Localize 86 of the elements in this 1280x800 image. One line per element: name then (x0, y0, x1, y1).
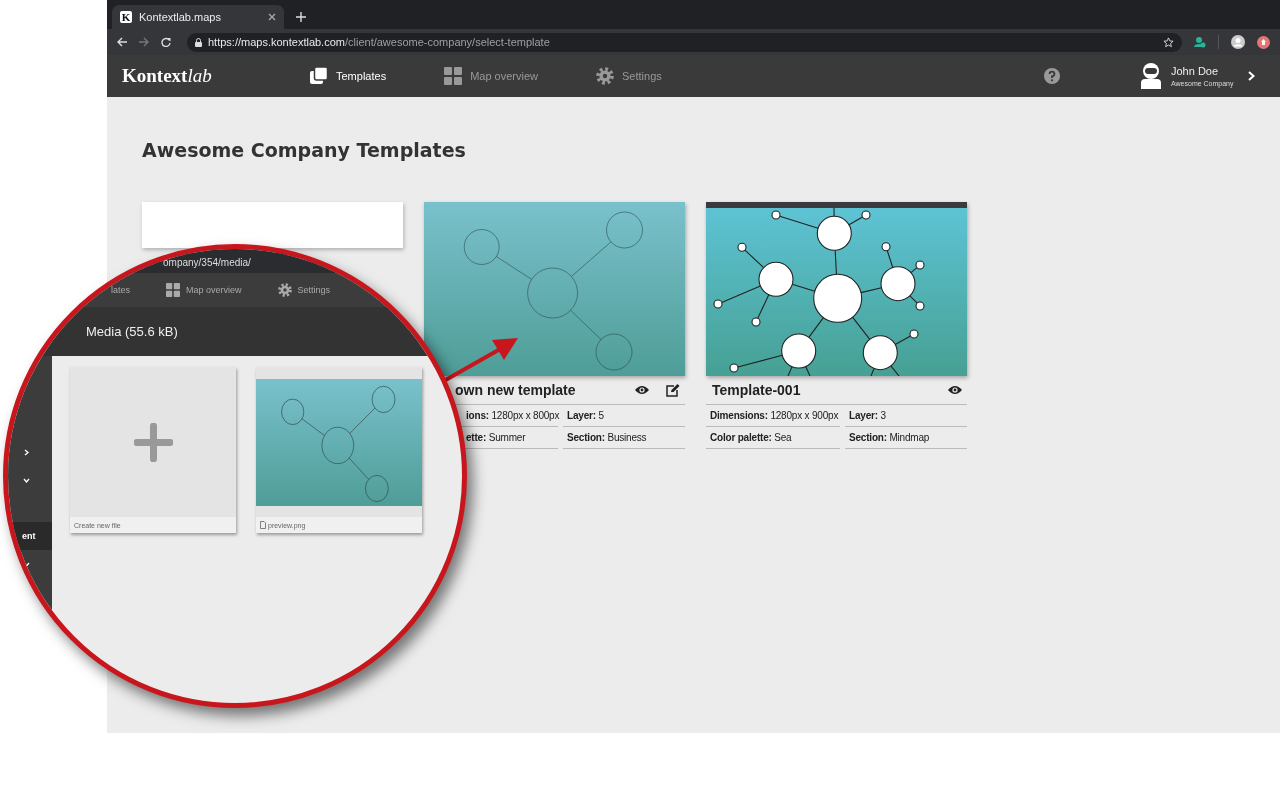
template-detail: Section: Mindmap (845, 427, 967, 449)
template-detail: Dimensions: 1280px x 900px (706, 405, 840, 427)
connector-line (848, 216, 864, 226)
user-name: John Doe (1171, 65, 1220, 77)
back-icon[interactable] (117, 37, 127, 47)
nav-tab[interactable]: Settings (596, 67, 662, 85)
connector-line (860, 287, 883, 294)
map-thumbnail[interactable] (424, 202, 685, 376)
url-text: ompany/354/media/ (163, 257, 251, 268)
map-node (527, 267, 578, 319)
template-detail: Layer: 3 (845, 405, 967, 427)
connector-line (496, 256, 532, 280)
connector-line (870, 367, 875, 376)
connector-line (834, 249, 837, 275)
connector-line (851, 316, 871, 340)
connector-line (833, 207, 835, 217)
browser-tab[interactable]: K Kontextlab.maps (112, 5, 284, 29)
address-bar[interactable]: https://maps.kontextlab.com/client/awesome-company/select-template (187, 32, 1182, 52)
chevron-down-icon (22, 477, 30, 483)
map-node (737, 242, 747, 252)
template-detail: Section: Business (563, 427, 685, 449)
nav-tab[interactable]: lates (111, 285, 130, 295)
extension-icon[interactable] (1257, 35, 1270, 49)
map-node (463, 229, 500, 265)
connector-line (890, 365, 900, 376)
nav-tab[interactable]: Settings (277, 283, 331, 297)
page-title: Awesome Company Templates (142, 139, 467, 163)
settings-icon (596, 67, 614, 85)
template-title: own new template (454, 382, 577, 398)
nav-tab[interactable]: Templates (310, 67, 387, 85)
map-thumbnail[interactable] (706, 202, 967, 376)
map-node (595, 333, 633, 371)
connector-line (787, 366, 793, 376)
nav-tab[interactable]: Map overview (166, 283, 242, 297)
chevron-right-icon[interactable] (1248, 71, 1255, 81)
eye-icon[interactable] (635, 385, 649, 395)
template-title: Template-001 (712, 382, 802, 398)
grid-icon (166, 283, 180, 297)
map-node (909, 329, 919, 339)
map-node (861, 210, 871, 220)
map-node (862, 335, 898, 371)
connector-line (886, 249, 894, 269)
logo[interactable]: Kontextlab (122, 65, 310, 87)
favicon: K (120, 11, 132, 23)
edit-icon[interactable] (666, 383, 680, 397)
connector-line (744, 249, 765, 269)
grid-icon (444, 67, 463, 85)
connector-line (805, 365, 811, 376)
template-detail: Layer: 5 (563, 405, 685, 427)
lock-icon (195, 37, 202, 47)
chevron-right-icon (23, 448, 29, 456)
plus-icon (133, 422, 173, 462)
astronaut-avatar-icon[interactable] (1140, 63, 1162, 89)
nav-tab[interactable]: Map overview (444, 67, 538, 85)
tab-title: Kontextlab.maps (139, 11, 222, 23)
map-node (729, 363, 739, 373)
connector-line (894, 335, 912, 345)
new-tab-icon[interactable] (296, 12, 306, 22)
profile-avatar-icon[interactable] (1231, 35, 1245, 49)
map-node (751, 317, 761, 327)
close-icon[interactable] (268, 13, 276, 21)
star-icon[interactable] (1163, 36, 1174, 48)
map-node (813, 273, 863, 323)
map-node (606, 211, 643, 249)
map-node (713, 299, 723, 309)
connector-line (779, 215, 819, 229)
map-node (816, 215, 852, 251)
help-icon[interactable] (1044, 68, 1060, 84)
map-node (771, 210, 781, 220)
reload-icon[interactable] (161, 37, 171, 47)
eye-icon[interactable] (948, 385, 962, 395)
connector-line (791, 283, 816, 292)
stacked-squares-icon (310, 67, 328, 85)
connector-line (571, 241, 612, 277)
template-detail: Color palette: Sea (706, 427, 840, 449)
section-title: Media (55.6 kB) (86, 324, 178, 339)
map-node (781, 333, 817, 369)
connector-line (808, 317, 824, 338)
map-node (881, 242, 891, 252)
url-text: https://maps.kontextlab.com/client/awesome-company/select-template (208, 36, 551, 48)
map-node (758, 261, 794, 297)
connector-line (570, 310, 602, 340)
connector-line (737, 354, 783, 368)
forward-icon[interactable] (139, 37, 149, 47)
file-icon (260, 521, 266, 529)
settings-icon (277, 283, 292, 297)
